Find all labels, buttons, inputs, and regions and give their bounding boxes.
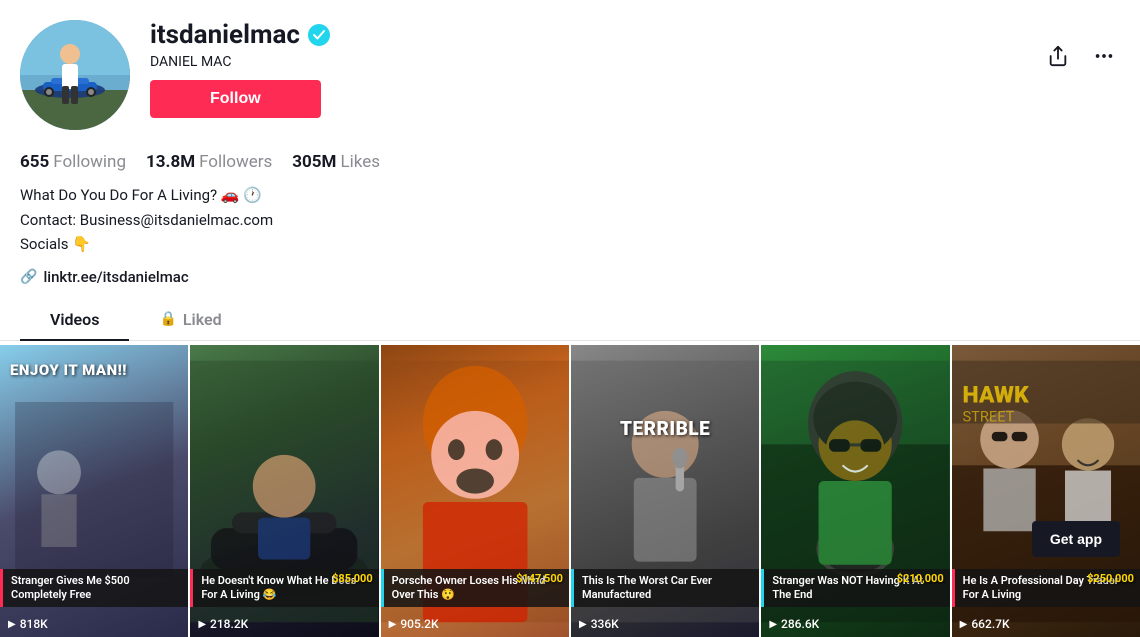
more-options-icon[interactable] (1088, 40, 1120, 72)
likes-count: 305M (292, 152, 336, 172)
video-stats-5: ▶ 286.6K (769, 617, 819, 631)
play-icon-5: ▶ (769, 619, 777, 630)
play-icon-1: ▶ (8, 619, 16, 630)
followers-count: 13.8M (146, 152, 195, 172)
views-count-1: 818K (20, 617, 48, 631)
video-card-2[interactable]: He Doesn't Know What He Does For A Livin… (190, 345, 378, 637)
video-overlay-text-1: ENJOY IT MAN!! (10, 361, 178, 379)
video-stats-6: ▶ 662.7K (960, 617, 1010, 631)
svg-text:HAWK: HAWK (962, 381, 1029, 408)
tabs-row: Videos 🔒 Liked (0, 300, 1140, 341)
video-card-4[interactable]: TERRIBLE This Is The Worst Car Ever Manu… (571, 345, 759, 637)
price-overlay-2: $85,000 (332, 572, 373, 585)
header-actions (1042, 20, 1120, 72)
views-count-4: 336K (591, 617, 619, 631)
video-stats-3: ▶ 905.2K (389, 617, 439, 631)
video-caption-1: Stranger Gives Me $500 Completely Free (0, 569, 188, 608)
followers-label: Followers (199, 152, 272, 172)
profile-link[interactable]: linktr.ee/itsdanielmac (43, 268, 188, 286)
share-icon[interactable] (1042, 40, 1074, 72)
video-stats-4: ▶ 336K (579, 617, 619, 631)
bio-line-3: Socials 👇 (20, 233, 1120, 256)
link-icon: 🔗 (20, 269, 37, 285)
price-overlay-6: $250,000 (1087, 572, 1134, 585)
following-stat: 655 Following (20, 152, 126, 172)
tab-liked[interactable]: 🔒 Liked (129, 300, 251, 341)
followers-stat: 13.8M Followers (146, 152, 272, 172)
username: itsdanielmac (150, 20, 300, 50)
play-icon-4: ▶ (579, 619, 587, 630)
avatar (20, 20, 130, 130)
username-row: itsdanielmac (150, 20, 1022, 50)
price-overlay-5: $210,000 (897, 572, 944, 585)
tab-videos[interactable]: Videos (20, 300, 129, 341)
video-card-1[interactable]: ENJOY IT MAN!! Stranger Gives Me $500 Co… (0, 345, 188, 637)
video-caption-4: This Is The Worst Car Ever Manufactured (571, 569, 759, 608)
likes-stat: 305M Likes (292, 152, 380, 172)
video-card-6[interactable]: HAWK STREET He Is A Professional Day Tra… (952, 345, 1140, 637)
profile-info: itsdanielmac DANIEL MAC Follow (150, 20, 1022, 118)
display-name: DANIEL MAC (150, 54, 1022, 70)
stats-row: 655 Following 13.8M Followers 305M Likes (0, 140, 1140, 180)
video-overlay-text-4: TERRIBLE (581, 418, 749, 441)
follow-button[interactable]: Follow (150, 80, 321, 118)
likes-label: Likes (340, 152, 380, 172)
views-count-2: 218.2K (210, 617, 248, 631)
bio-line-1: What Do You Do For A Living? 🚗 🕐 (20, 184, 1120, 207)
verified-icon (308, 24, 330, 46)
profile-section: itsdanielmac DANIEL MAC Follow (0, 0, 1140, 140)
lock-icon: 🔒 (159, 311, 176, 327)
bio-section: What Do You Do For A Living? 🚗 🕐 Contact… (0, 180, 1140, 264)
video-card-5[interactable]: Stranger Was NOT Having It At The End $2… (761, 345, 949, 637)
videos-grid: ENJOY IT MAN!! Stranger Gives Me $500 Co… (0, 341, 1140, 637)
video-card-3[interactable]: Porsche Owner Loses His Mind Over This 😲… (381, 345, 569, 637)
link-row: 🔗 linktr.ee/itsdanielmac (0, 264, 1140, 300)
views-count-3: 905.2K (400, 617, 438, 631)
video-stats-2: ▶ 218.2K (198, 617, 248, 631)
play-icon-2: ▶ (198, 619, 206, 630)
get-app-button[interactable]: Get app (1032, 521, 1120, 557)
views-count-6: 662.7K (971, 617, 1009, 631)
bio-line-2: Contact: Business@itsdanielmac.com (20, 209, 1120, 232)
following-label: Following (53, 152, 126, 172)
play-icon-6: ▶ (960, 619, 968, 630)
svg-text:STREET: STREET (962, 407, 1014, 425)
following-count: 655 (20, 152, 49, 172)
price-overlay-3: $147,500 (516, 572, 563, 585)
play-icon-3: ▶ (389, 619, 397, 630)
views-count-5: 286.6K (781, 617, 819, 631)
video-stats-1: ▶ 818K (8, 617, 48, 631)
